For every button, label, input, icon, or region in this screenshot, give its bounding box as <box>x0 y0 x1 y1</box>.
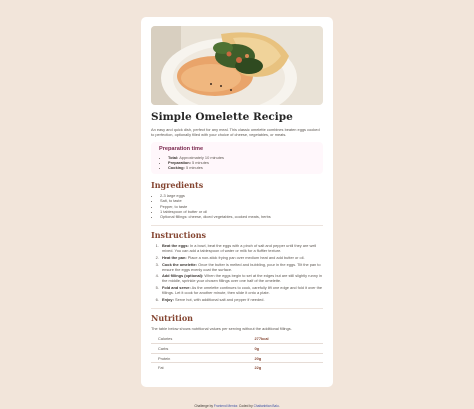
footer-suffix: . <box>278 404 280 408</box>
ingredients-heading: Ingredients <box>151 180 204 190</box>
instruction-step: Add fillings (optional): When the eggs b… <box>160 273 323 283</box>
challenge-link[interactable]: Frontend Mentor <box>214 404 237 408</box>
step-text: Place a non-stick frying pan over medium… <box>187 254 305 260</box>
ingredient-item: Optional fillings: cheese, diced vegetab… <box>160 214 323 219</box>
preparation-list: Total: Approximately 10 minutes Preparat… <box>159 155 315 170</box>
attribution-footer: Challenge by Frontend Mentor. Coded by C… <box>0 404 474 408</box>
ingredient-item: Salt, to taste <box>160 198 323 203</box>
ingredient-item: 2-3 large eggs <box>160 193 323 198</box>
ingredient-item: 1 tablespoon of butter or oil <box>160 209 323 214</box>
instruction-step: Enjoy: Serve hot, with additional salt a… <box>160 297 323 302</box>
nutrient-name: Calories <box>151 334 255 345</box>
recipe-intro: An easy and quick dish, perfect for any … <box>151 127 320 137</box>
nutrient-value: 20g <box>254 353 323 364</box>
omelette-photo <box>151 26 323 105</box>
preparation-heading: Preparation time <box>159 146 204 152</box>
instructions-list: Beat the eggs: In a bowl, beat the eggs … <box>151 243 323 301</box>
nutrition-heading: Nutrition <box>151 312 193 323</box>
table-row: Carbs 0g <box>151 343 323 354</box>
recipe-title: Simple Omelette Recipe <box>151 111 293 123</box>
instruction-step: Cook the omelette: Once the butter is me… <box>160 262 323 272</box>
nutrient-name: Protein <box>151 353 255 364</box>
nutrition-table: Calories 277kcal Carbs 0g Protein 20g Fa… <box>151 334 323 372</box>
ingredients-list: 2-3 large eggs Salt, to taste Pepper, to… <box>151 193 323 219</box>
preparation-value: 5 minutes <box>185 165 203 170</box>
nutrient-value: 277kcal <box>254 334 323 345</box>
recipe-card: Simple Omelette Recipe An easy and quick… <box>141 17 333 387</box>
preparation-item: Cooking: 5 minutes <box>168 165 315 170</box>
preparation-box: Preparation time Total: Approximately 10… <box>151 142 323 174</box>
step-text: Serve hot, with additional salt and pepp… <box>174 296 265 302</box>
nutrition-intro: The table below shows nutritional values… <box>151 325 292 331</box>
table-row: Calories 277kcal <box>151 334 323 345</box>
instruction-step: Heat the pan: Place a non-stick frying p… <box>160 255 323 260</box>
step-label: Enjoy: <box>162 296 174 302</box>
instruction-step: Beat the eggs: In a bowl, beat the eggs … <box>160 243 323 253</box>
table-row: Fat 22g <box>151 363 323 372</box>
instructions-heading: Instructions <box>151 230 207 241</box>
preparation-label: Cooking: <box>168 165 185 170</box>
nutrient-name: Fat <box>158 365 164 371</box>
section-divider <box>151 307 323 309</box>
nutrient-value: 22g <box>254 365 262 371</box>
footer-prefix: Challenge by <box>194 404 213 408</box>
ingredient-item: Pepper, to taste <box>160 204 323 209</box>
table-row: Protein 20g <box>151 353 323 364</box>
nutrient-value: 0g <box>254 343 323 354</box>
author-link[interactable]: Chaitanbtian Balu <box>254 404 279 408</box>
footer-middle: . Coded by <box>237 404 253 408</box>
instruction-step: Fold and serve: As the omelette continue… <box>160 285 323 295</box>
section-divider <box>151 225 323 227</box>
nutrient-name: Carbs <box>151 343 255 354</box>
step-label: Heat the pan: <box>162 254 187 260</box>
